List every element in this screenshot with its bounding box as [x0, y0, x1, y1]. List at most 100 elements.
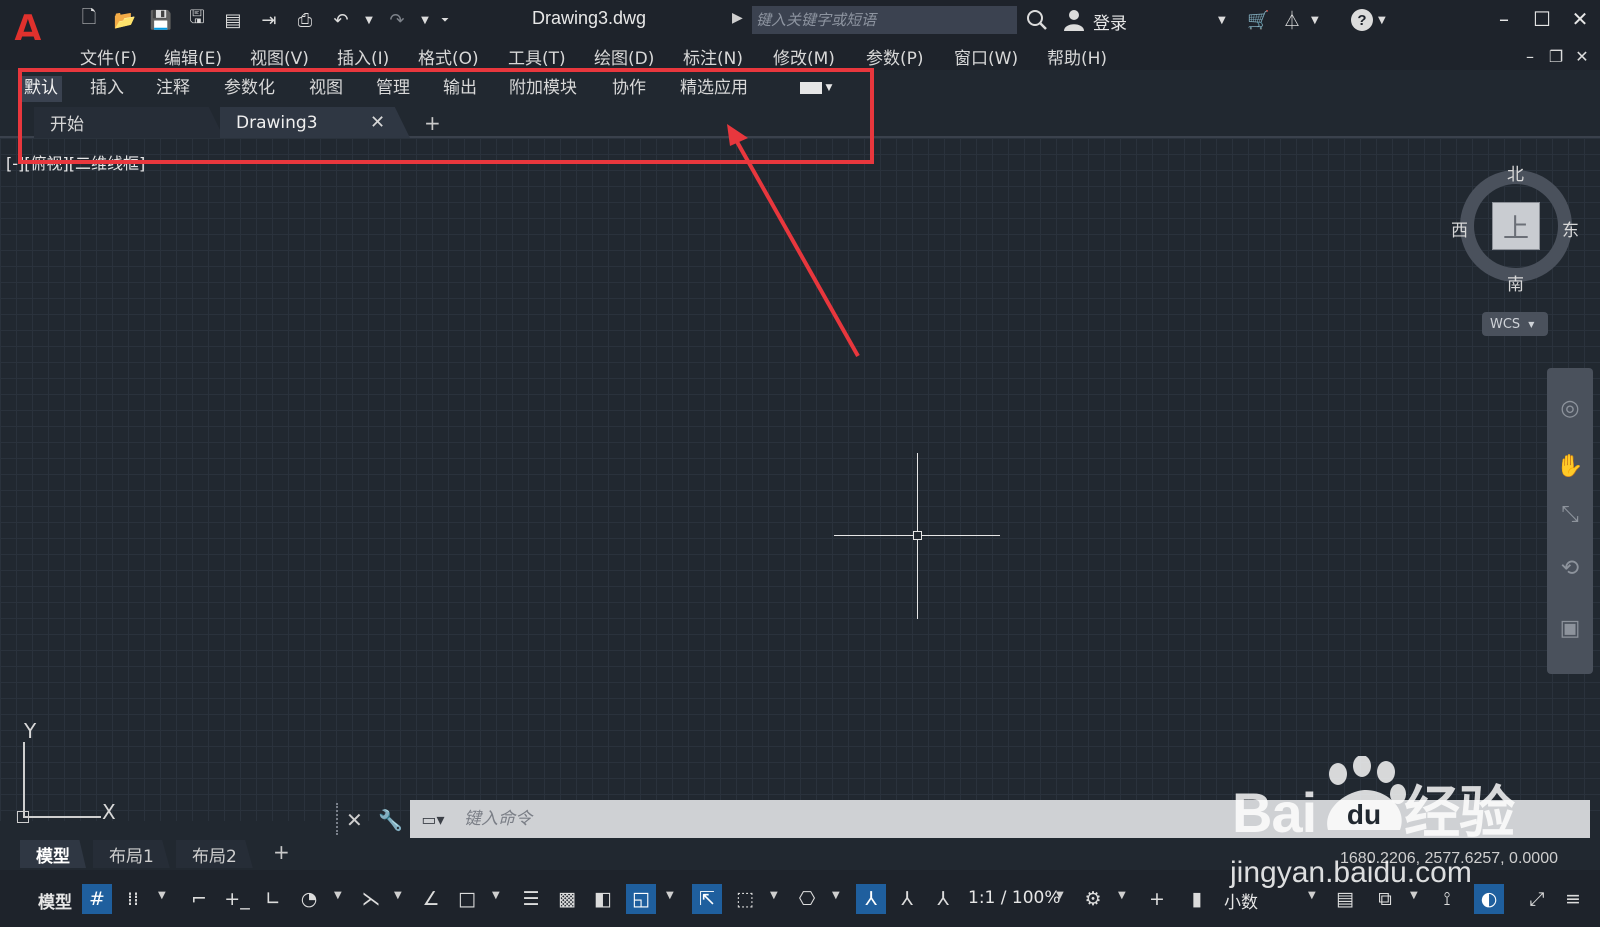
undo-dropdown-icon[interactable]: ▼	[362, 6, 376, 34]
undo-icon[interactable]: ↶	[326, 6, 356, 34]
minimize-icon[interactable]: –	[1486, 4, 1522, 34]
new-icon[interactable]: 🗋	[74, 6, 104, 34]
tab-insert[interactable]: 插入	[86, 76, 128, 102]
selection-cycling-icon[interactable]: ◧	[588, 884, 618, 914]
save-as-icon[interactable]: 🖫	[182, 6, 212, 34]
annotation-scale-icon[interactable]: ⅄	[928, 884, 958, 914]
layout-tab-model[interactable]: 模型	[20, 840, 86, 868]
viewport-controls-label[interactable]: [-][俯视][二维线框]	[6, 150, 145, 174]
menu-window[interactable]: 窗口(W)	[954, 44, 1018, 69]
plot-preview-icon[interactable]: ▤	[218, 6, 248, 34]
3d-object-snap-icon[interactable]: ◱	[626, 884, 656, 914]
snap-icon[interactable]: ⁞⁞	[118, 884, 148, 914]
autodesk-icon[interactable]: ⏃	[1283, 6, 1301, 34]
drawing-canvas[interactable]	[0, 138, 1600, 821]
help-dropdown-icon[interactable]: ▼	[1378, 6, 1386, 34]
export-icon[interactable]: ⇥	[254, 6, 284, 34]
viewcube-top-face[interactable]: 上	[1492, 202, 1540, 250]
infer-constraints-icon[interactable]: ⌐	[184, 884, 214, 914]
layout-tab-layout2[interactable]: 布局2	[176, 840, 253, 868]
compass-south[interactable]: 南	[1507, 270, 1524, 295]
chevron-down-icon[interactable]: ▼	[832, 890, 840, 901]
pan-hand-icon[interactable]: ✋	[1554, 450, 1586, 482]
wcs-menu[interactable]: WCS ▼	[1482, 312, 1548, 336]
orbit-icon[interactable]: ⟲	[1554, 552, 1586, 584]
gizmo-icon[interactable]: ⎔	[792, 884, 822, 914]
add-layout-button[interactable]: +	[273, 840, 290, 864]
units-label[interactable]: 小数	[1224, 888, 1258, 913]
open-icon[interactable]: 📂	[110, 6, 140, 34]
chevron-down-icon[interactable]: ▼	[770, 890, 778, 901]
command-line-grip[interactable]	[336, 803, 340, 835]
lineweight-icon[interactable]: ☰	[516, 884, 546, 914]
zoom-extents-icon[interactable]: ⤡	[1554, 498, 1586, 530]
chevron-down-icon[interactable]: ▼	[492, 890, 500, 901]
chevron-down-icon[interactable]: ▼	[1056, 890, 1064, 901]
login-dropdown-icon[interactable]: ▼	[1218, 6, 1226, 34]
tab-collaborate[interactable]: 协作	[608, 76, 650, 102]
polar-tracking-icon[interactable]: ◔	[294, 884, 324, 914]
tab-output[interactable]: 输出	[439, 76, 481, 102]
doc-minimize-icon[interactable]: –	[1518, 44, 1542, 68]
cart-icon[interactable]: 🛒	[1247, 6, 1269, 34]
menu-dimension[interactable]: 标注(N)	[683, 44, 743, 69]
menu-help[interactable]: 帮助(H)	[1047, 44, 1107, 69]
chevron-down-icon[interactable]: ▼	[158, 890, 166, 901]
viewcube[interactable]: 上 北 南 东 西	[1451, 165, 1579, 295]
command-history-icon[interactable]: ▭▾	[410, 800, 456, 838]
wrench-icon[interactable]: 🔧	[378, 808, 403, 832]
chevron-down-icon[interactable]: ▼	[1410, 890, 1418, 901]
tab-manage[interactable]: 管理	[372, 76, 414, 102]
auto-scale-icon[interactable]: ⅄	[892, 884, 922, 914]
plus-icon[interactable]: +	[1142, 884, 1172, 914]
compass-west[interactable]: 西	[1451, 216, 1468, 241]
grid-icon[interactable]: #	[82, 884, 112, 914]
tab-featured-apps[interactable]: 精选应用	[676, 76, 752, 102]
login-label[interactable]: 登录	[1093, 9, 1127, 34]
ribbon-minimize-toggle[interactable]: ▼	[796, 78, 836, 98]
showmotion-icon[interactable]: ▣	[1554, 612, 1586, 644]
redo-icon[interactable]: ↷	[382, 6, 412, 34]
isodraft-icon[interactable]: ⋋	[356, 884, 386, 914]
dynamic-input-icon[interactable]: +_	[222, 884, 252, 914]
autodesk-dropdown-icon[interactable]: ▼	[1311, 6, 1319, 34]
customization-menu-icon[interactable]: ≡	[1558, 884, 1588, 914]
chevron-right-icon[interactable]: ▶	[732, 10, 743, 26]
chevron-down-icon[interactable]: ▼	[666, 890, 674, 901]
selection-filter-icon[interactable]: ⬚	[730, 884, 760, 914]
menu-parameters[interactable]: 参数(P)	[866, 44, 924, 69]
tab-annotate[interactable]: 注释	[152, 76, 194, 102]
search-icon[interactable]	[1026, 6, 1048, 34]
clean-screen-icon[interactable]: ⤢	[1522, 884, 1552, 914]
annotation-visibility-icon[interactable]: ⅄	[856, 884, 886, 914]
compass-north[interactable]: 北	[1507, 160, 1524, 185]
doc-close-icon[interactable]: ✕	[1570, 44, 1594, 68]
chevron-down-icon[interactable]: ▼	[394, 890, 402, 901]
tab-default[interactable]: 默认	[20, 76, 62, 102]
object-snap-icon[interactable]: □	[452, 884, 482, 914]
close-icon[interactable]: ✕	[1562, 4, 1598, 34]
file-tab-start[interactable]: 开始	[34, 107, 224, 138]
print-icon[interactable]: ⎙	[290, 6, 320, 34]
menu-file[interactable]: 文件(F)	[80, 44, 137, 69]
menu-format[interactable]: 格式(O)	[418, 44, 479, 69]
model-space-toggle[interactable]: 模型	[38, 888, 72, 913]
units-icon[interactable]: ▮	[1182, 884, 1212, 914]
steering-wheel-icon[interactable]: ◎	[1554, 392, 1586, 424]
menu-tools[interactable]: 工具(T)	[508, 44, 566, 69]
close-icon[interactable]: ✕	[370, 112, 385, 133]
close-icon[interactable]: ✕	[346, 808, 363, 832]
search-input[interactable]	[752, 6, 1017, 34]
new-tab-button[interactable]: +	[424, 111, 441, 135]
object-snap-tracking-icon[interactable]: ∠	[416, 884, 446, 914]
menu-view[interactable]: 视图(V)	[250, 44, 309, 69]
redo-dropdown-icon[interactable]: ▼	[418, 6, 432, 34]
chevron-down-icon[interactable]: ▼	[1118, 890, 1126, 901]
annotation-scale-label[interactable]: 1:1 / 100%	[968, 888, 1061, 908]
chevron-down-icon[interactable]: ▼	[1308, 890, 1316, 901]
dynamic-ucs-icon[interactable]: ⇱	[692, 884, 722, 914]
menu-modify[interactable]: 修改(M)	[773, 44, 835, 69]
tab-view[interactable]: 视图	[305, 76, 347, 102]
tab-add-ins[interactable]: 附加模块	[505, 76, 581, 102]
customize-icon[interactable]: ⏷	[438, 6, 452, 34]
